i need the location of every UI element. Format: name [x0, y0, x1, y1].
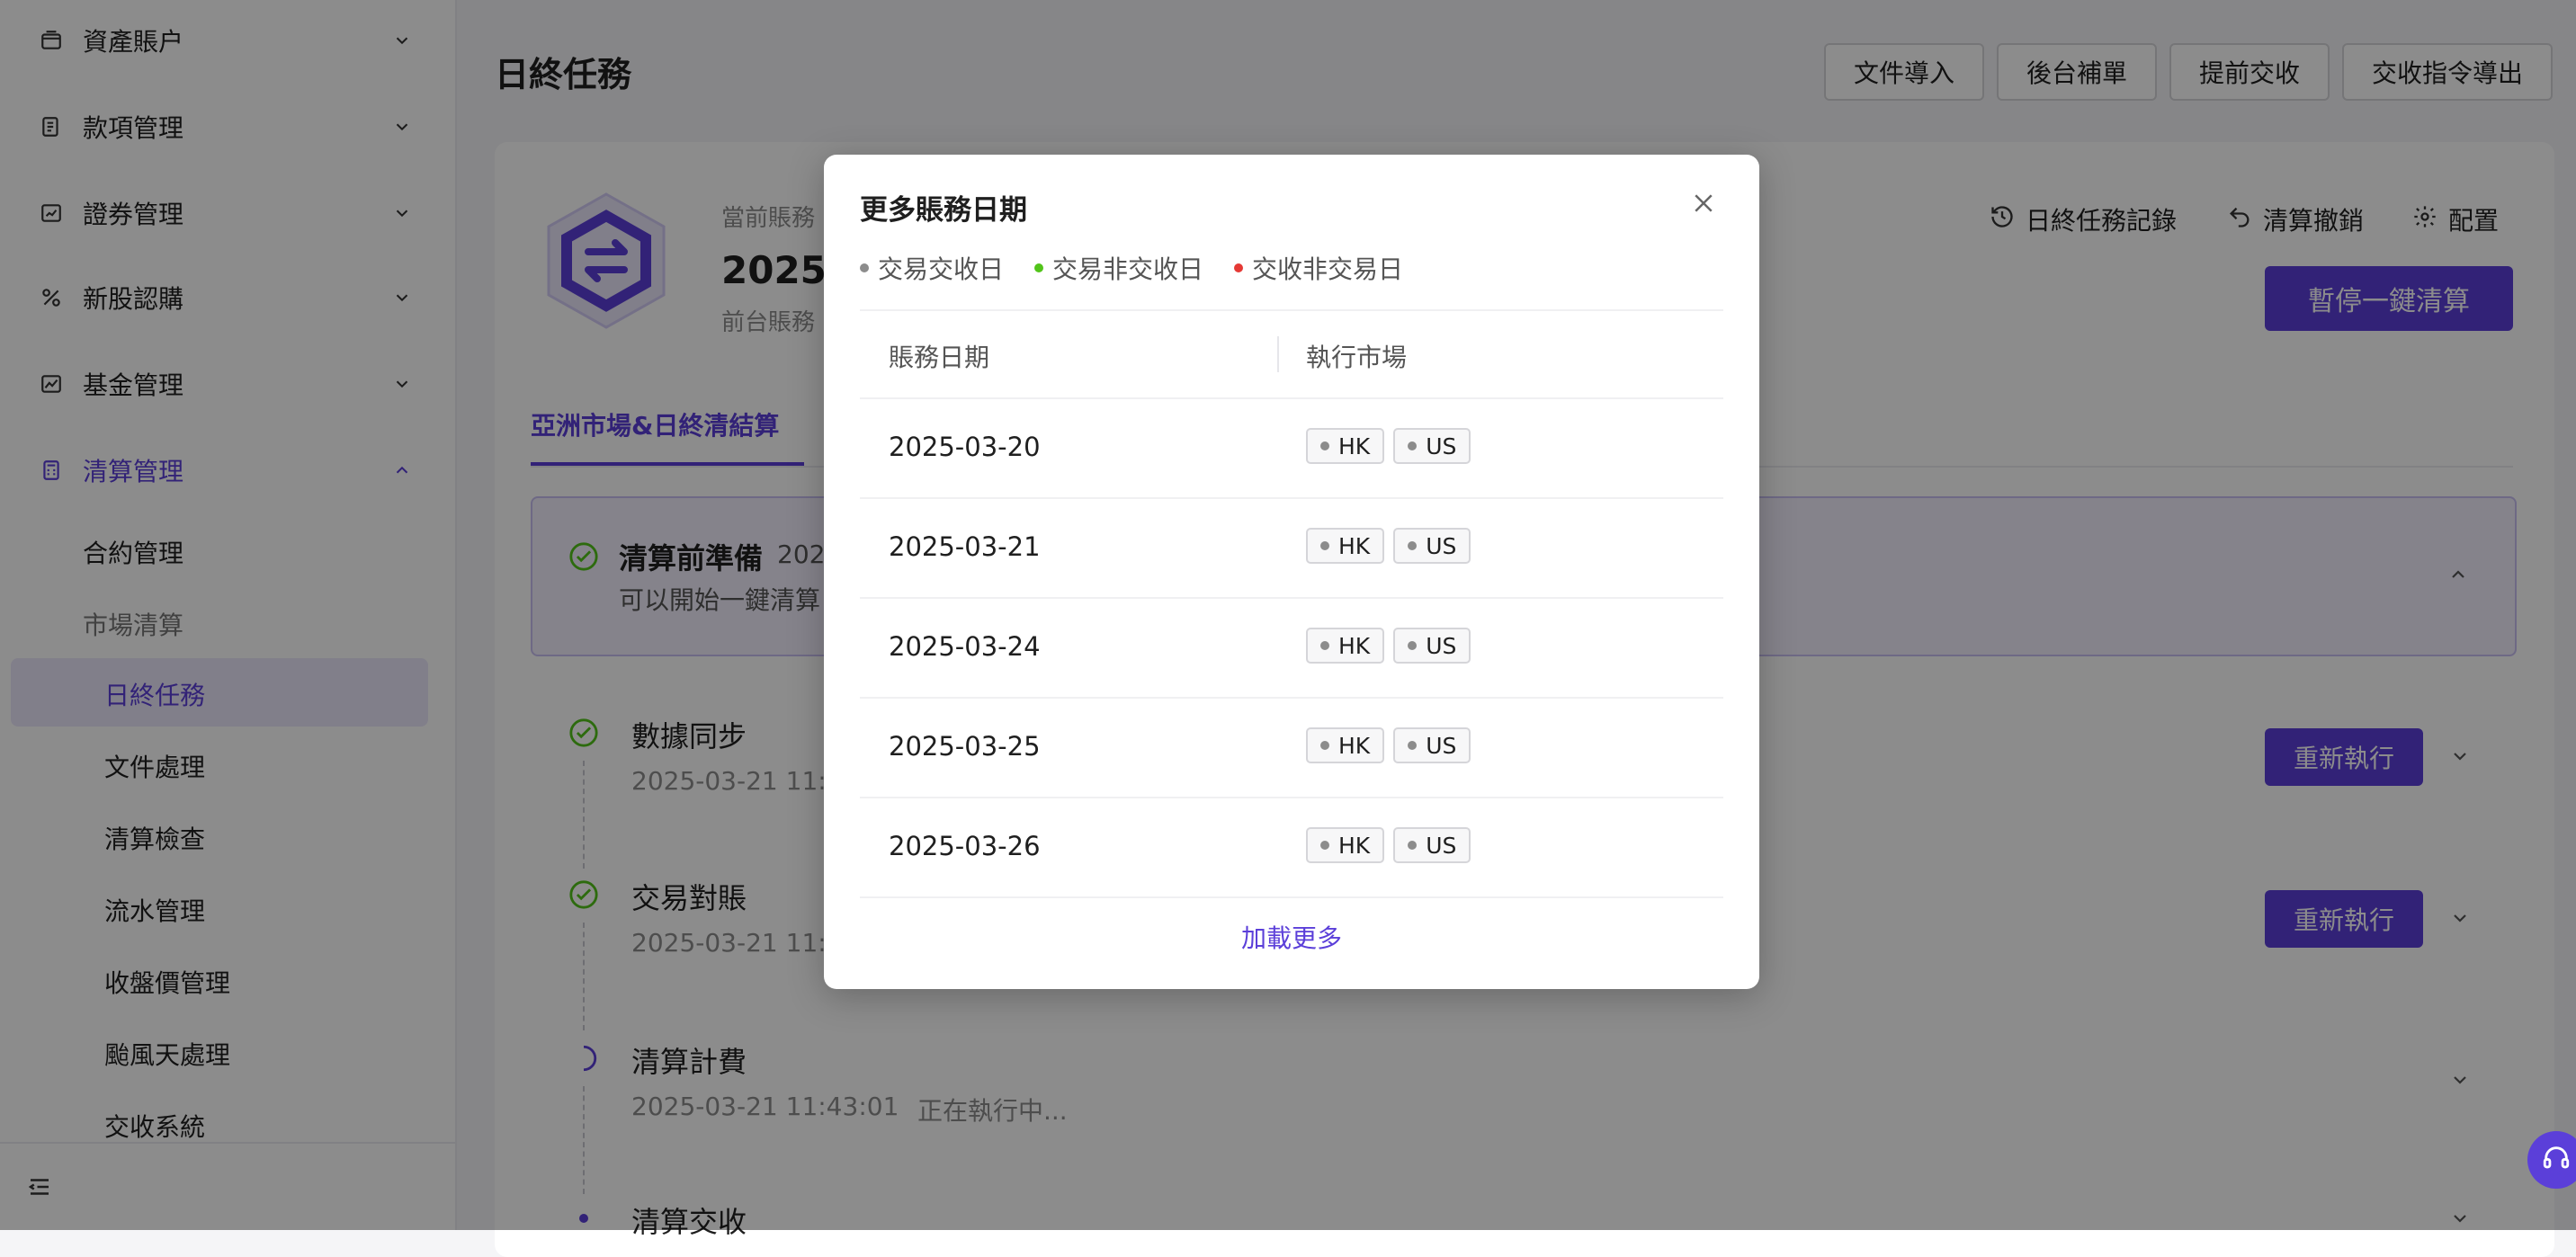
market-tag: HK	[1306, 628, 1385, 664]
status-dot-icon	[1408, 441, 1418, 450]
market-tag-label: US	[1426, 832, 1457, 859]
market-tags: HK US	[1306, 628, 1471, 664]
status-dot-icon	[1320, 541, 1329, 550]
market-tag: US	[1393, 727, 1471, 763]
market-tags: HK US	[1306, 727, 1471, 763]
market-tag-label: HK	[1338, 432, 1371, 459]
load-more-link[interactable]: 加載更多	[824, 919, 1759, 955]
market-tag: HK	[1306, 528, 1385, 564]
table-row: 2025-03-25 HK US	[860, 699, 1723, 798]
legend-label: 交收非交易日	[1252, 254, 1404, 284]
table-row: 2025-03-21 HK US	[860, 499, 1723, 599]
status-dot-icon	[1408, 741, 1418, 750]
table-header: 賬務日期 執行市場	[860, 309, 1723, 399]
table-row: 2025-03-24 HK US	[860, 599, 1723, 699]
market-tag: US	[1393, 827, 1471, 863]
status-dot-icon	[1408, 541, 1418, 550]
market-tag-label: US	[1426, 632, 1457, 659]
column-header-ledger-date: 賬務日期	[889, 343, 990, 372]
market-tag-label: HK	[1338, 832, 1371, 859]
headset-icon	[2541, 1143, 2572, 1177]
status-dot-icon	[860, 263, 869, 272]
status-dot-icon	[1320, 841, 1329, 850]
column-header-market: 執行市場	[1306, 343, 1408, 372]
status-dot-icon	[1320, 741, 1329, 750]
legend: 交易交收日 交易非交收日 交收非交易日	[860, 250, 1403, 286]
market-tag-label: US	[1426, 532, 1457, 559]
legend-item: 交易非交收日	[1034, 250, 1203, 286]
market-tag-label: US	[1426, 432, 1457, 459]
ledger-date-cell: 2025-03-20	[889, 432, 1041, 462]
legend-item: 交收非交易日	[1234, 250, 1403, 286]
market-tag: HK	[1306, 827, 1385, 863]
table-row: 2025-03-20 HK US	[860, 399, 1723, 499]
table-row: 2025-03-26 HK US	[860, 798, 1723, 898]
legend-label: 交易非交收日	[1052, 254, 1204, 284]
market-tags: HK US	[1306, 827, 1471, 863]
status-dot-icon	[1408, 841, 1418, 850]
market-tag: US	[1393, 628, 1471, 664]
market-tag-label: HK	[1338, 632, 1371, 659]
ledger-date-cell: 2025-03-24	[889, 631, 1041, 662]
status-dot-icon	[1408, 641, 1418, 650]
status-dot-icon	[1034, 263, 1044, 272]
close-icon[interactable]	[1687, 187, 1720, 219]
status-dot-icon	[1320, 441, 1329, 450]
ledger-date-cell: 2025-03-25	[889, 731, 1041, 762]
market-tag-label: HK	[1338, 532, 1371, 559]
status-dot-icon	[1320, 641, 1329, 650]
modal-title: 更多賬務日期	[860, 194, 1027, 227]
ledger-date-cell: 2025-03-21	[889, 531, 1041, 562]
more-ledger-dates-modal: 更多賬務日期 交易交收日 交易非交收日 交收非交易日 賬務日期 執行市場 202…	[824, 155, 1759, 989]
status-dot-icon	[1234, 263, 1244, 272]
column-divider	[1277, 336, 1279, 372]
market-tag-label: HK	[1338, 732, 1371, 759]
market-tag: US	[1393, 428, 1471, 464]
market-tags: HK US	[1306, 428, 1471, 464]
market-tags: HK US	[1306, 528, 1471, 564]
legend-label: 交易交收日	[878, 254, 1005, 284]
ledger-date-cell: 2025-03-26	[889, 831, 1041, 861]
market-tag: HK	[1306, 428, 1385, 464]
market-tag: HK	[1306, 727, 1385, 763]
market-tag: US	[1393, 528, 1471, 564]
market-tag-label: US	[1426, 732, 1457, 759]
ledger-dates-table: 賬務日期 執行市場 2025-03-20 HK US 2025-03-21 HK…	[860, 309, 1723, 898]
legend-item: 交易交收日	[860, 250, 1004, 286]
